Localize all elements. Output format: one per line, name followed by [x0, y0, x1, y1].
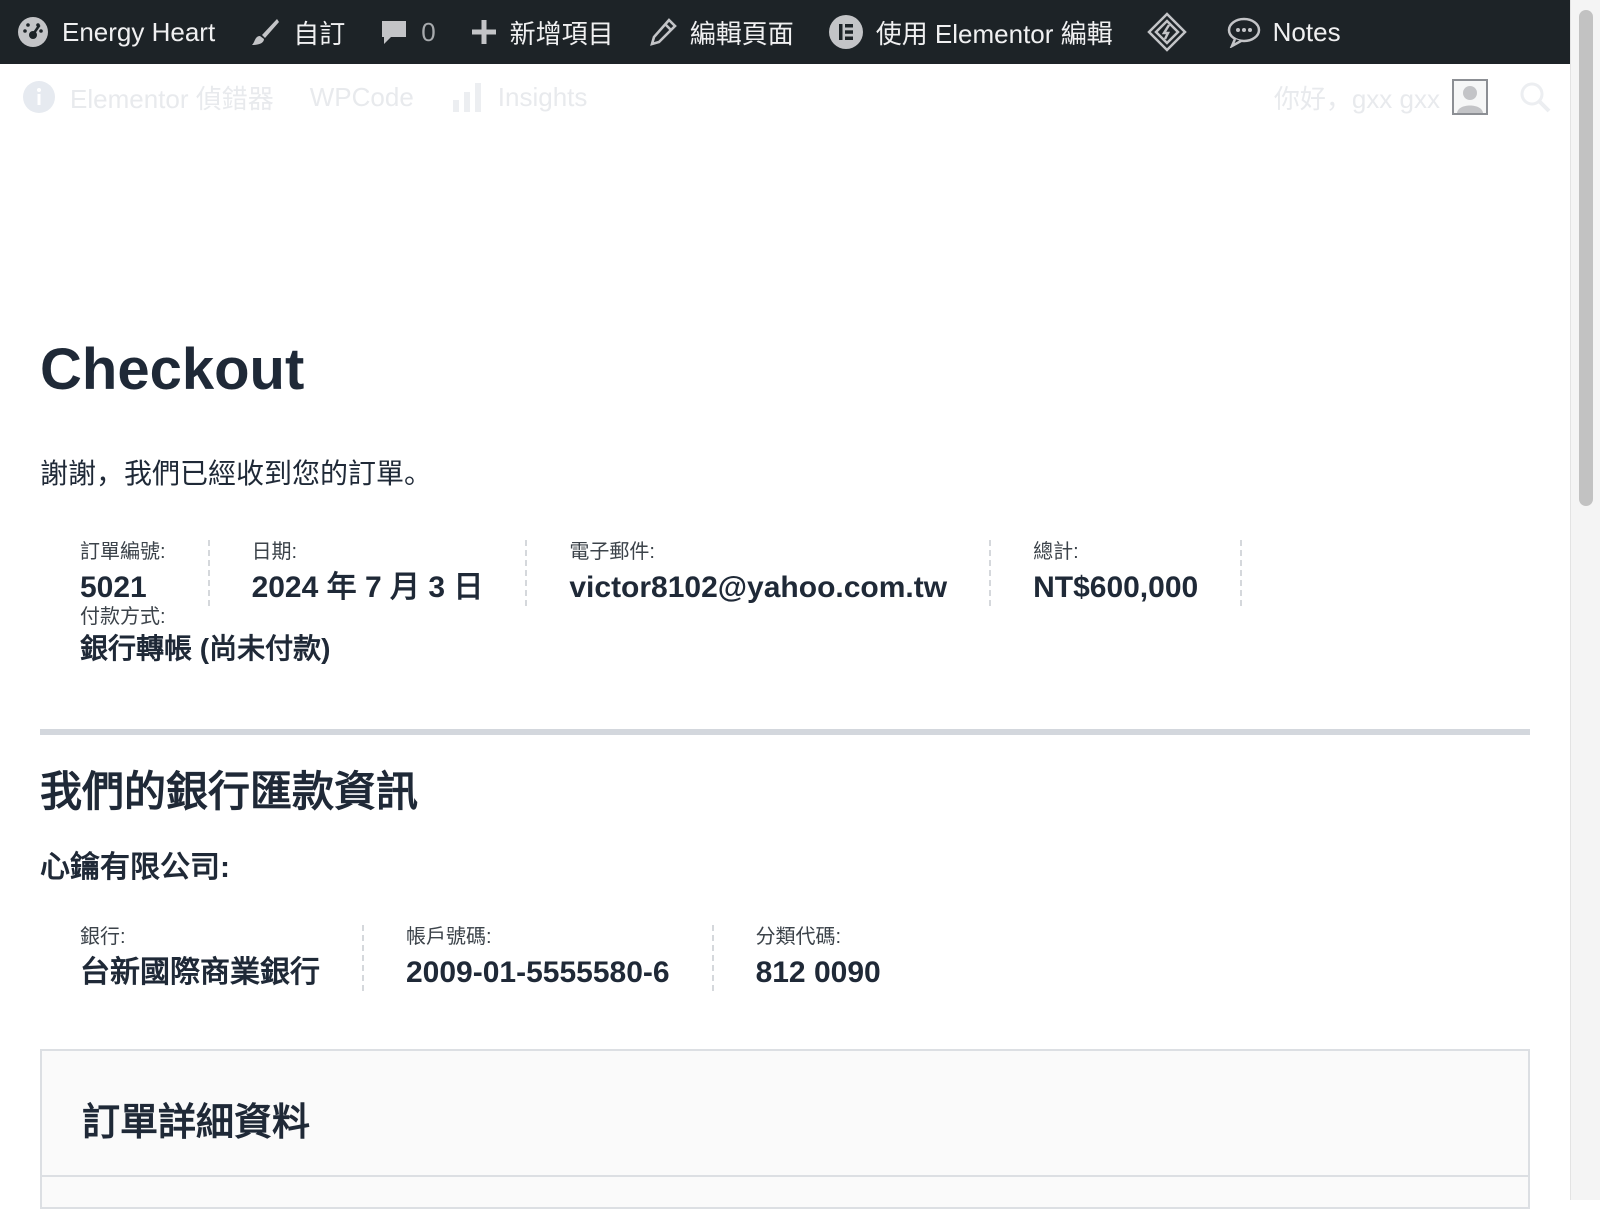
secondary-toolbar: Elementor 偵錯器 WPCode Insights 你好，gxx gxx [0, 64, 1570, 130]
order-number-value: 5021 [80, 571, 147, 604]
account-area: 你好，gxx gxx [1274, 64, 1552, 130]
bank-name-value: 台新國際商業銀行 [80, 956, 320, 989]
order-total-label: 總計: [1033, 541, 1079, 563]
payment-method-label: 付款方式: [80, 606, 166, 628]
order-received-notice: 謝謝，我們已經收到您的訂單。 [40, 458, 433, 489]
wpcode-label: WPCode [309, 81, 414, 112]
edit-page-menu[interactable]: 編輯頁面 [648, 0, 794, 64]
admin-bar: Energy Heart 自訂 0 新增項目 編輯頁面 使用 Elementor… [0, 0, 1570, 64]
order-email: 電子郵件: victor8102@yahoo.com.tw [569, 540, 992, 606]
customize-label: 自訂 [293, 18, 346, 49]
comments-menu[interactable]: 0 [379, 0, 436, 64]
insights-menu[interactable]: Insights [450, 80, 588, 114]
account-number: 帳戶號碼: 2009-01-5555580-6 [406, 925, 714, 991]
order-overview: 訂單編號: 5021 日期: 2024 年 7 月 3 日 電子郵件: vict… [80, 540, 1380, 670]
payment-method-value: 銀行轉帳 (尚未付款) [80, 633, 331, 664]
sort-code-label: 分類代碼: [755, 926, 842, 948]
plus-icon [470, 18, 498, 46]
sort-code: 分類代碼: 812 0090 [756, 925, 923, 991]
sort-code-value: 812 0090 [755, 956, 881, 989]
info-icon [22, 80, 56, 114]
customize-menu[interactable]: 自訂 [249, 0, 345, 64]
order-date: 日期: 2024 年 7 月 3 日 [252, 540, 528, 606]
payment-method: 付款方式: 銀行轉帳 (尚未付款) [80, 606, 1380, 670]
elementor-debugger-menu[interactable]: Elementor 偵錯器 [22, 79, 274, 116]
order-total-value: NT$600,000 [1033, 571, 1199, 604]
page-title: Checkout [40, 337, 305, 402]
elementor-debugger-label: Elementor 偵錯器 [70, 83, 274, 114]
elementor-edit-menu[interactable]: 使用 Elementor 編輯 [828, 0, 1113, 64]
chat-bubble-icon [1227, 16, 1261, 48]
bank-details: 銀行: 台新國際商業銀行 帳戶號碼: 2009-01-5555580-6 分類代… [80, 925, 965, 991]
order-date-label: 日期: [251, 541, 298, 563]
vertical-scrollbar[interactable] [1570, 0, 1600, 1200]
order-number-label: 訂單編號: [80, 541, 166, 563]
bank-details-heading: 我們的銀行匯款資訊 [40, 768, 419, 815]
site-name-menu[interactable]: Energy Heart [16, 0, 215, 64]
wpcode-menu[interactable]: WPCode [310, 82, 414, 113]
edit-page-label: 編輯頁面 [689, 18, 794, 49]
account-menu[interactable]: 你好，gxx gxx [1274, 79, 1488, 116]
dashboard-icon [16, 15, 50, 49]
bank-name-label: 銀行: [80, 926, 126, 948]
scrollbar-thumb[interactable] [1579, 10, 1593, 506]
diamond-menu[interactable] [1146, 0, 1187, 64]
elementor-edit-label: 使用 Elementor 編輯 [875, 18, 1113, 49]
bank-name: 銀行: 台新國際商業銀行 [80, 925, 364, 991]
brush-icon [249, 16, 281, 48]
elementor-icon [828, 14, 864, 50]
order-details-divider [42, 1175, 1528, 1177]
order-email-label: 電子郵件: [569, 541, 655, 563]
search-icon[interactable] [1518, 80, 1552, 114]
company-name: 心鑰有限公司: [40, 851, 230, 884]
order-total: 總計: NT$600,000 [1033, 540, 1243, 606]
greeting-label: 你好，gxx gxx [1273, 83, 1440, 114]
order-details-heading: 訂單詳細資料 [82, 1102, 311, 1144]
order-date-value: 2024 年 7 月 3 日 [251, 571, 484, 604]
site-name-label: Energy Heart [62, 16, 216, 47]
bar-chart-icon [450, 80, 484, 114]
diamond-icon [1146, 12, 1187, 52]
notes-menu[interactable]: Notes [1227, 0, 1341, 64]
new-content-menu[interactable]: 新增項目 [470, 0, 614, 64]
account-number-value: 2009-01-5555580-6 [406, 956, 670, 989]
order-number: 訂單編號: 5021 [80, 540, 210, 606]
pencil-icon [648, 17, 678, 47]
comment-icon [379, 17, 409, 47]
order-email-value: victor8102@yahoo.com.tw [569, 571, 948, 604]
account-number-label: 帳戶號碼: [406, 926, 492, 948]
avatar [1452, 79, 1488, 115]
order-details-panel: 訂單詳細資料 [40, 1049, 1530, 1209]
comments-count: 0 [421, 16, 436, 47]
notes-label: Notes [1272, 16, 1341, 47]
section-divider [40, 729, 1530, 735]
insights-label: Insights [497, 81, 588, 112]
new-content-label: 新增項目 [509, 18, 614, 49]
